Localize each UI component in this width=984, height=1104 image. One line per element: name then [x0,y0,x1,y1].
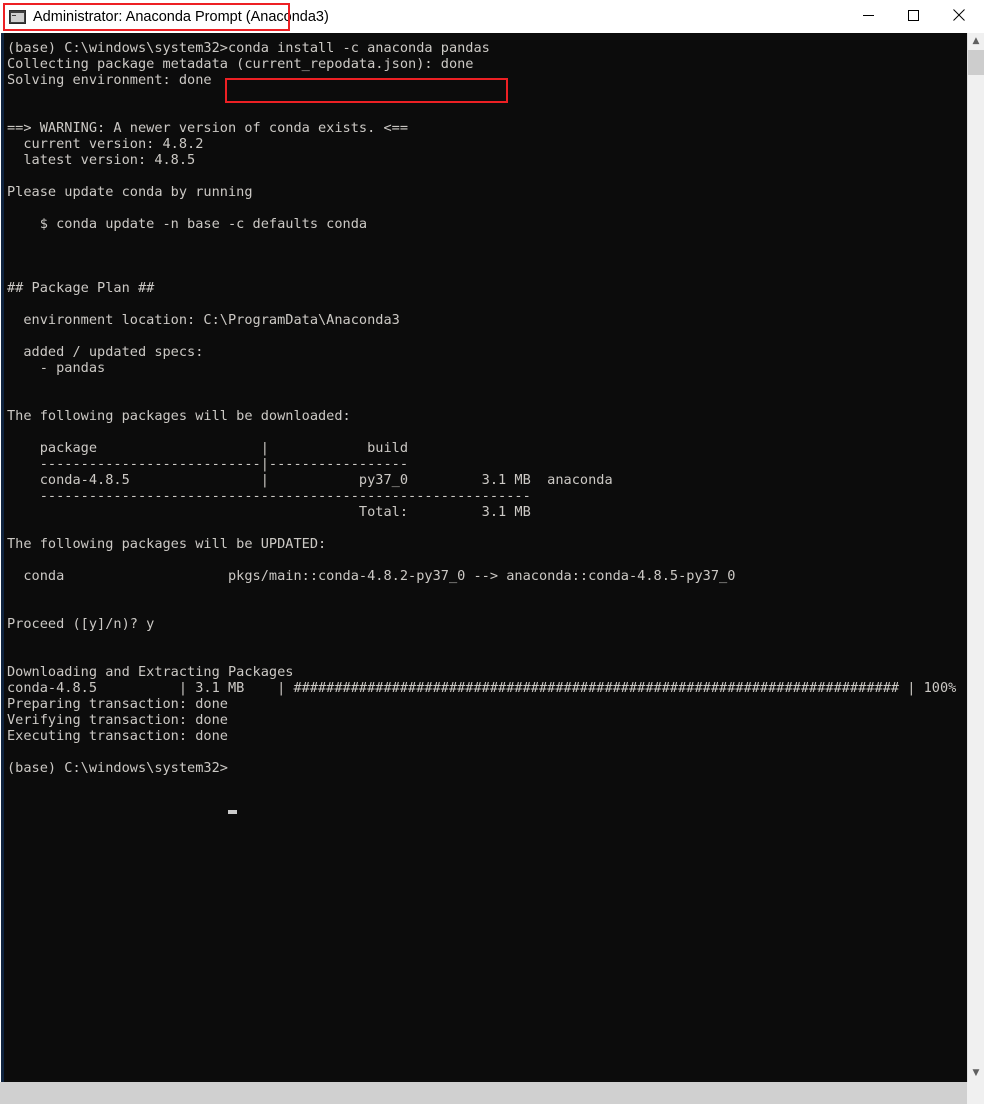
vertical-scrollbar[interactable]: ▲ ▼ [967,33,984,1082]
scroll-down-button[interactable]: ▼ [968,1065,984,1082]
title-bar-left-group: Administrator: Anaconda Prompt (Anaconda… [9,6,329,27]
horizontal-scrollbar-thumb[interactable] [0,1082,967,1104]
horizontal-scrollbar[interactable] [0,1082,967,1104]
scrollbar-corner [967,1082,984,1104]
maximize-button[interactable] [891,0,936,30]
terminal-output: (base) C:\windows\system32>conda install… [7,40,957,776]
vertical-scrollbar-thumb[interactable] [968,50,984,75]
window-title: Administrator: Anaconda Prompt (Anaconda… [33,8,329,25]
chevron-up-icon: ▲ [972,36,980,46]
title-bar[interactable]: Administrator: Anaconda Prompt (Anaconda… [0,0,984,34]
close-button[interactable] [936,0,981,30]
close-icon [952,9,965,21]
console-window: Administrator: Anaconda Prompt (Anaconda… [0,0,984,1104]
scroll-up-button[interactable]: ▲ [968,33,984,50]
maximize-icon [908,9,919,21]
console-text-surface[interactable]: (base) C:\windows\system32>conda install… [1,33,967,1082]
console-area[interactable]: (base) C:\windows\system32>conda install… [0,33,984,1104]
chevron-down-icon: ▼ [972,1068,980,1078]
minimize-icon [863,14,874,16]
text-cursor [228,810,237,814]
minimize-button[interactable] [846,0,891,30]
console-window-icon [9,9,26,24]
